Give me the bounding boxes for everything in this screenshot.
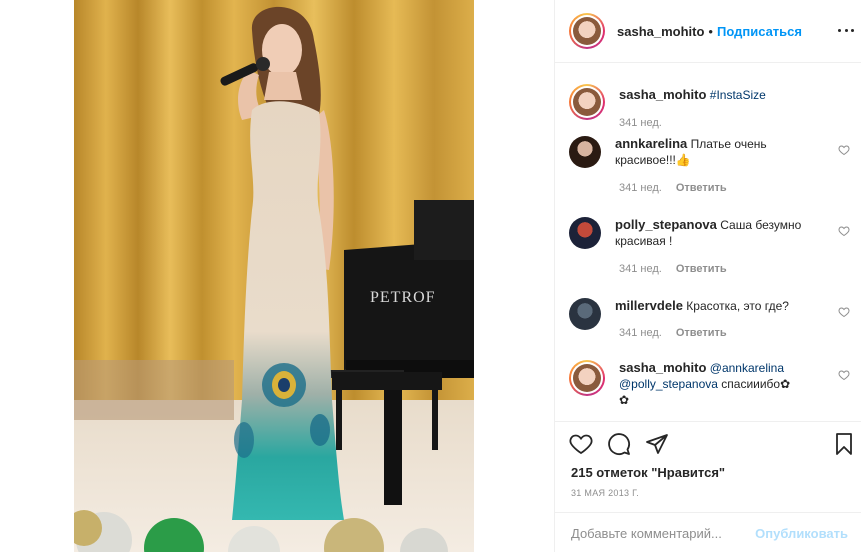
comment-text-cont: ✿ bbox=[619, 393, 630, 407]
caption-meta: 341 нед. bbox=[619, 117, 662, 129]
action-icons bbox=[569, 432, 669, 456]
post-photo[interactable]: PETROF bbox=[74, 0, 474, 552]
comment-text-cont: красивое!!!👍 bbox=[615, 153, 691, 167]
comment-meta: 341 нед. Ответить bbox=[619, 182, 727, 194]
comment-username[interactable]: polly_stepanova bbox=[615, 217, 717, 232]
comments-list[interactable]: sasha_mohito #InstaSize 341 нед. annkare… bbox=[555, 64, 861, 420]
comment-item: polly_stepanova Саша безумно красивая ! bbox=[569, 217, 849, 249]
comment-meta: 341 нед. Ответить bbox=[619, 327, 727, 339]
more-options-icon[interactable] bbox=[838, 22, 854, 38]
save-bookmark-icon[interactable] bbox=[832, 432, 856, 456]
comment-bubble-icon[interactable] bbox=[607, 432, 631, 456]
comment-time[interactable]: 341 нед. bbox=[619, 182, 662, 194]
comment-text: Платье очень bbox=[690, 137, 767, 151]
comment-mention[interactable]: @annkarelina bbox=[710, 361, 784, 375]
avatar-image bbox=[573, 364, 601, 392]
avatar-image bbox=[573, 88, 601, 116]
comment-text-cont: красивая ! bbox=[615, 234, 673, 248]
follow-button[interactable]: Подписаться bbox=[717, 24, 802, 39]
comment-username[interactable]: sasha_mohito bbox=[619, 360, 706, 375]
caption-hashtag[interactable]: #InstaSize bbox=[710, 88, 766, 102]
caption-avatar[interactable] bbox=[569, 84, 605, 120]
comment-time[interactable]: 341 нед. bbox=[619, 327, 662, 339]
comment-text: спасииибо✿ bbox=[721, 377, 791, 391]
comment-text: Красотка, это где? bbox=[686, 299, 789, 313]
piano-brand-label: PETROF bbox=[370, 289, 436, 306]
comment-username[interactable]: millervdele bbox=[615, 298, 683, 313]
like-comment-heart-icon[interactable] bbox=[838, 369, 850, 381]
comment-input[interactable]: Добавьте комментарий... bbox=[571, 526, 722, 541]
share-paper-plane-icon[interactable] bbox=[645, 432, 669, 456]
comment-username[interactable]: annkarelina bbox=[615, 136, 687, 151]
caption-username[interactable]: sasha_mohito bbox=[619, 87, 706, 102]
comment-time[interactable]: 341 нед. bbox=[619, 263, 662, 275]
separator-dot: • bbox=[708, 23, 713, 39]
comment-avatar[interactable] bbox=[569, 136, 601, 168]
add-comment-bar: Добавьте комментарий... Опубликовать bbox=[555, 512, 861, 552]
comment-item: sasha_mohito @annkarelina @polly_stepano… bbox=[569, 360, 849, 408]
author-avatar[interactable] bbox=[569, 13, 605, 49]
photo-area: PETROF bbox=[0, 0, 554, 552]
like-comment-heart-icon[interactable] bbox=[838, 225, 850, 237]
post-actions: 215 отметок "Нравится" 31 МАЯ 2013 Г. До… bbox=[555, 421, 861, 552]
comment-text: Саша безумно bbox=[720, 218, 802, 232]
post-date[interactable]: 31 МАЯ 2013 Г. bbox=[571, 488, 639, 498]
post-side-panel: sasha_mohito • Подписаться sasha_mohito … bbox=[554, 0, 861, 552]
comment-avatar[interactable] bbox=[569, 217, 601, 249]
author-username[interactable]: sasha_mohito bbox=[617, 24, 704, 39]
comment-item: annkarelina Платье очень красивое!!!👍 bbox=[569, 136, 849, 168]
like-comment-heart-icon[interactable] bbox=[838, 306, 850, 318]
like-heart-icon[interactable] bbox=[569, 432, 593, 456]
comment-meta: 341 нед. Ответить bbox=[619, 263, 727, 275]
likes-count[interactable]: 215 отметок "Нравится" bbox=[571, 465, 725, 480]
caption-time[interactable]: 341 нед. bbox=[619, 117, 662, 129]
reply-button[interactable]: Ответить bbox=[676, 263, 727, 275]
avatar-image bbox=[573, 17, 601, 45]
comment-item: millervdele Красотка, это где? bbox=[569, 298, 849, 330]
reply-button[interactable]: Ответить bbox=[676, 327, 727, 339]
comment-mention[interactable]: @polly_stepanova bbox=[619, 377, 718, 391]
publish-button[interactable]: Опубликовать bbox=[755, 526, 848, 541]
comment-avatar[interactable] bbox=[569, 360, 605, 396]
comment-avatar[interactable] bbox=[569, 298, 601, 330]
post-header: sasha_mohito • Подписаться bbox=[555, 0, 861, 63]
caption-item: sasha_mohito #InstaSize bbox=[569, 84, 849, 120]
like-comment-heart-icon[interactable] bbox=[838, 144, 850, 156]
photo-illustration: PETROF bbox=[74, 0, 474, 552]
reply-button[interactable]: Ответить bbox=[676, 182, 727, 194]
